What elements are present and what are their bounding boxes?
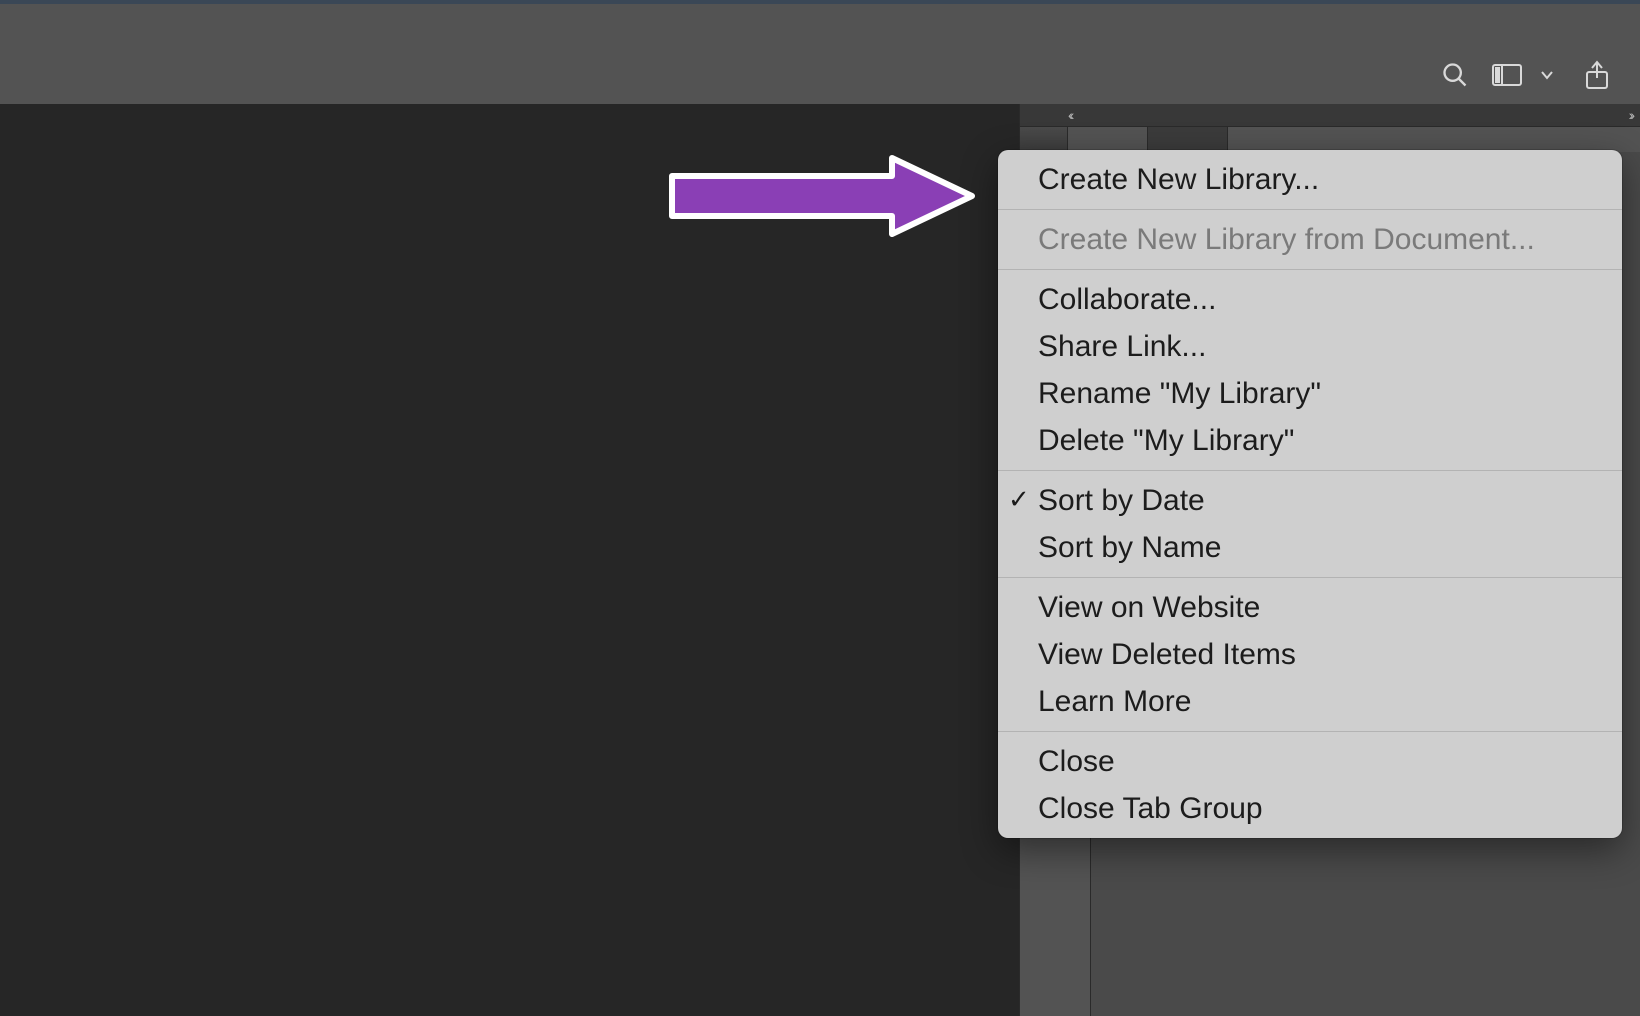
menu-item-label: Sort by Date: [1038, 484, 1205, 517]
checkmark-icon: ✓: [1008, 483, 1030, 517]
share-icon[interactable]: [1580, 58, 1614, 92]
app-menu-bar: [0, 4, 1640, 45]
top-toolbar: [0, 44, 1640, 105]
menu-item-rename[interactable]: Rename "My Library": [998, 370, 1622, 417]
menu-item-sort-by-name[interactable]: Sort by Name: [998, 524, 1622, 571]
menu-group-close: Close Close Tab Group: [998, 732, 1622, 838]
chevron-down-icon[interactable]: [1538, 58, 1556, 92]
menu-group-view: View on Website View Deleted Items Learn…: [998, 578, 1622, 732]
panel-tab-active[interactable]: [1068, 126, 1148, 152]
menu-group-sort: ✓ Sort by Date Sort by Name: [998, 471, 1622, 578]
menu-group-share: Collaborate... Share Link... Rename "My …: [998, 270, 1622, 471]
panel-tabs: [1020, 126, 1228, 152]
library-context-menu: Create New Library... Create New Library…: [998, 150, 1622, 838]
menu-item-collaborate[interactable]: Collaborate...: [998, 276, 1622, 323]
menu-item-delete[interactable]: Delete "My Library": [998, 417, 1622, 464]
menu-group-create-from-doc: Create New Library from Document...: [998, 210, 1622, 270]
menu-item-learn-more[interactable]: Learn More: [998, 678, 1622, 725]
document-canvas: [0, 104, 1020, 1016]
panel-tab[interactable]: [1148, 126, 1228, 152]
menu-item-create-from-document: Create New Library from Document...: [998, 216, 1622, 263]
menu-item-view-deleted[interactable]: View Deleted Items: [998, 631, 1622, 678]
menu-item-create-new-library[interactable]: Create New Library...: [998, 156, 1622, 203]
menu-item-view-on-website[interactable]: View on Website: [998, 584, 1622, 631]
panel-collapse-right-icon[interactable]: ››: [1629, 107, 1632, 123]
panel-collapse-left-icon[interactable]: ‹‹: [1068, 107, 1071, 123]
menu-item-close[interactable]: Close: [998, 738, 1622, 785]
panel-header: ‹‹ ››: [1020, 104, 1640, 127]
menu-item-share-link[interactable]: Share Link...: [998, 323, 1622, 370]
menu-item-sort-by-date[interactable]: ✓ Sort by Date: [998, 477, 1622, 524]
panel-toggle-icon[interactable]: [1490, 58, 1524, 92]
menu-group-create: Create New Library...: [998, 150, 1622, 210]
search-icon[interactable]: [1438, 58, 1472, 92]
menu-item-close-tab-group[interactable]: Close Tab Group: [998, 785, 1622, 832]
panel-tab-grip[interactable]: [1020, 126, 1068, 152]
